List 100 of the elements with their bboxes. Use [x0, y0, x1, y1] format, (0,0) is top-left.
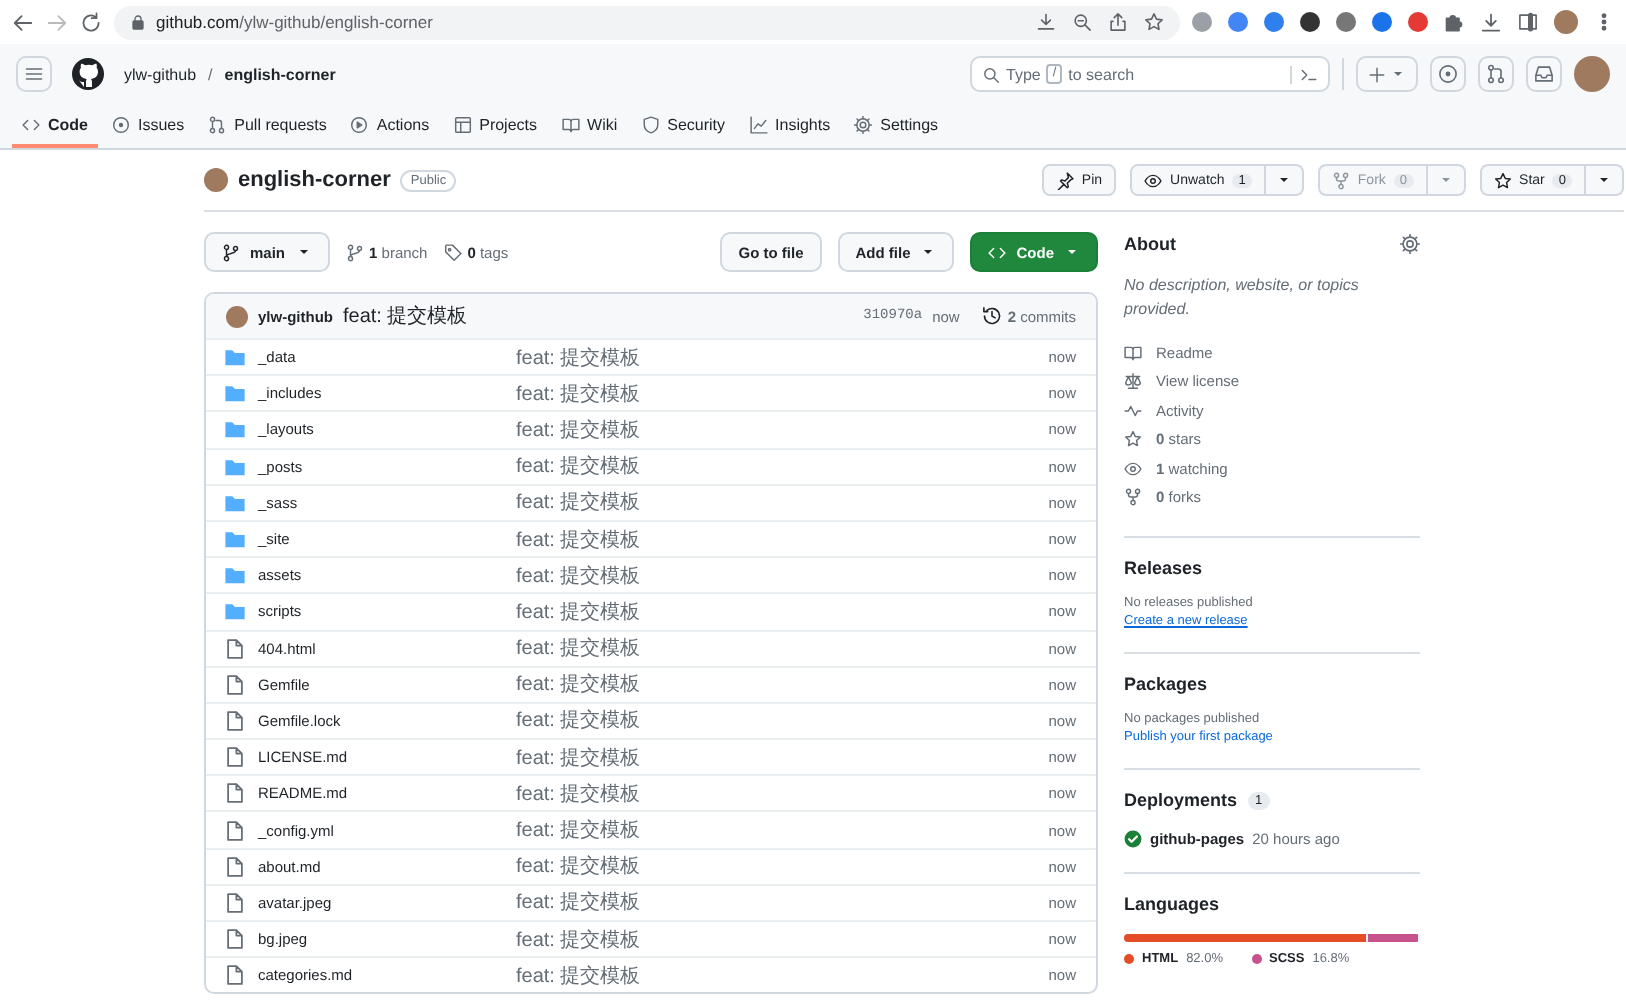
- commit-message[interactable]: feat: 提交模板: [516, 706, 1049, 735]
- back-button[interactable]: [12, 11, 34, 33]
- commit-message[interactable]: feat: 提交模板: [343, 302, 468, 330]
- logo-icon[interactable]: [72, 58, 104, 90]
- caret-icon: [1064, 244, 1080, 260]
- commit-message[interactable]: feat: 提交模板: [516, 743, 1049, 772]
- inbox-icon: [1534, 64, 1554, 84]
- commit-message[interactable]: feat: 提交模板: [516, 415, 1049, 444]
- book-icon: [561, 115, 580, 133]
- section-title: Packages: [1124, 674, 1208, 694]
- owner-link[interactable]: ylw-github: [124, 65, 197, 83]
- nav-tab[interactable]: Insights: [739, 104, 841, 148]
- menu-icon: [24, 64, 44, 84]
- commit-message[interactable]: feat: 提交模板: [516, 525, 1049, 554]
- file-icon: [224, 637, 246, 660]
- url-text: github.com/ylw-github/english-corner: [156, 12, 433, 32]
- share-icon: [1108, 12, 1128, 32]
- history-icon: [981, 306, 1002, 326]
- author-avatar: [226, 305, 248, 327]
- avatar[interactable]: [1554, 10, 1578, 34]
- issues-button[interactable]: [1430, 56, 1466, 92]
- commit-message[interactable]: feat: 提交模板: [516, 634, 1049, 663]
- repo-link[interactable]: english-corner: [224, 65, 336, 83]
- nav-tab[interactable]: Code: [12, 104, 98, 148]
- shield-icon: [641, 115, 660, 133]
- path-separator: /: [208, 65, 213, 83]
- commit-message[interactable]: feat: 提交模板: [516, 816, 1049, 845]
- fork-icon: [1124, 488, 1142, 507]
- pull-requests-button[interactable]: [1478, 56, 1514, 92]
- nav-tab[interactable]: Security: [631, 104, 736, 148]
- circle-dot-icon: [1438, 64, 1458, 84]
- plus-icon: [1368, 65, 1386, 83]
- nav-tab[interactable]: Projects: [443, 104, 548, 148]
- commit-message[interactable]: feat: 提交模板: [516, 343, 1049, 372]
- file-icon: [224, 673, 246, 696]
- table-icon: [453, 115, 472, 133]
- reload-icon: [80, 11, 102, 33]
- gear-icon: [854, 115, 873, 133]
- caret-icon: [1275, 172, 1292, 188]
- commit-message[interactable]: feat: 提交模板: [516, 452, 1049, 481]
- file-icon: [224, 782, 246, 805]
- file-icon: [224, 964, 246, 987]
- code-icon: [22, 115, 40, 133]
- back-arrow-icon: [12, 11, 34, 33]
- pulse-icon: [1124, 401, 1142, 420]
- caret-icon: [920, 244, 937, 260]
- caret-icon: [295, 244, 312, 260]
- menu-button[interactable]: [16, 56, 52, 92]
- commit-message[interactable]: feat: 提交模板: [516, 597, 1049, 626]
- pin-icon: [1055, 171, 1074, 189]
- file-icon: [224, 819, 246, 842]
- eye-icon: [1144, 171, 1163, 189]
- pull-request-icon: [1486, 64, 1506, 84]
- folder-icon: [224, 600, 246, 623]
- file-icon: [224, 709, 246, 732]
- commit-message[interactable]: feat: 提交模板: [516, 379, 1049, 408]
- repo-name: english-corner: [238, 168, 391, 192]
- avatar[interactable]: [1574, 56, 1610, 92]
- commit-message[interactable]: feat: 提交模板: [516, 561, 1049, 590]
- folder-icon: [224, 382, 246, 405]
- branch-icon: [345, 243, 364, 261]
- caret-icon: [1390, 66, 1406, 82]
- folder-icon: [224, 528, 246, 551]
- tag-icon: [443, 243, 462, 261]
- nav-tab[interactable]: Pull requests: [198, 104, 337, 148]
- commit-message[interactable]: feat: 提交模板: [516, 961, 1049, 990]
- commit-message[interactable]: feat: 提交模板: [516, 925, 1049, 954]
- commit-message[interactable]: feat: 提交模板: [516, 888, 1049, 917]
- code-icon: [988, 243, 1007, 261]
- nav-tab[interactable]: Wiki: [551, 104, 628, 148]
- settings-icon[interactable]: [1400, 234, 1420, 254]
- folder-icon: [224, 418, 246, 441]
- scale-icon: [1124, 372, 1142, 391]
- commit-message[interactable]: feat: 提交模板: [516, 488, 1049, 517]
- circle-dot-icon: [112, 115, 130, 133]
- search-hint: Type: [1006, 65, 1041, 83]
- owner-avatar: [204, 168, 228, 192]
- commit-message[interactable]: feat: 提交模板: [516, 852, 1049, 881]
- commit-message[interactable]: feat: 提交模板: [516, 779, 1049, 808]
- download-icon: [1036, 12, 1056, 32]
- fork-icon: [1331, 171, 1350, 189]
- nav-tab[interactable]: Settings: [844, 104, 949, 148]
- star-icon: [1124, 430, 1142, 449]
- sidebar-icon: [1518, 12, 1538, 32]
- file-icon: [224, 746, 246, 769]
- inbox-button[interactable]: [1526, 56, 1562, 92]
- reload-button[interactable]: [80, 11, 102, 33]
- command-palette-icon[interactable]: [1290, 65, 1318, 83]
- create-new-button[interactable]: [1356, 56, 1418, 92]
- pull-request-icon: [208, 115, 227, 133]
- section-title: Deployments: [1124, 790, 1238, 810]
- nav-tab[interactable]: Issues: [102, 104, 195, 148]
- terminal-icon: [1300, 65, 1318, 83]
- forward-arrow-icon: [46, 11, 68, 33]
- commit-message[interactable]: feat: 提交模板: [516, 670, 1049, 699]
- puzzle-piece-icon: [1444, 12, 1464, 32]
- section-title: Releases: [1124, 558, 1203, 578]
- section-title: Languages: [1124, 894, 1220, 914]
- address-bar[interactable]: github.com/ylw-github/english-corner: [114, 5, 1180, 39]
- nav-tab[interactable]: Actions: [340, 104, 440, 148]
